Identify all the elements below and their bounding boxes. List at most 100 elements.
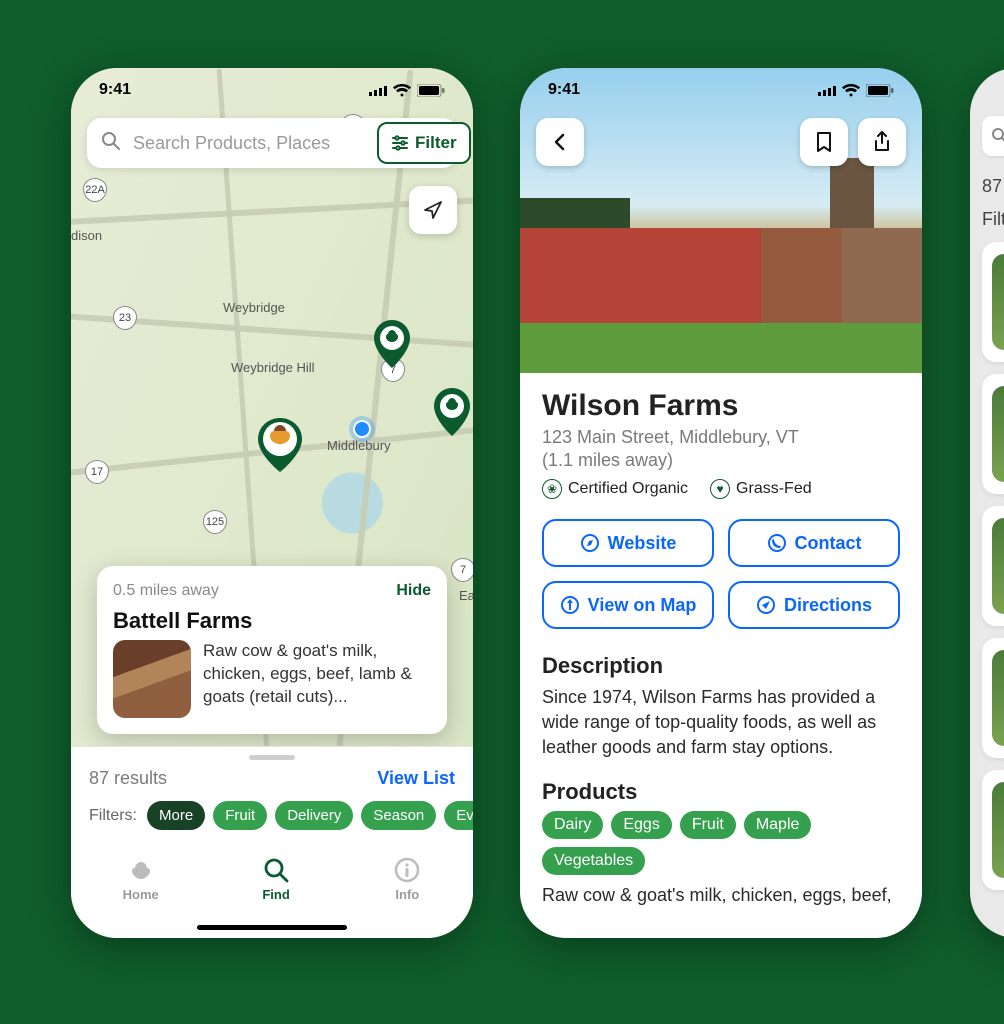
results-count: 87 results (89, 768, 167, 789)
map-pin[interactable] (371, 318, 413, 370)
badge-organic: ❀Certified Organic (542, 479, 688, 499)
list-thumbnail (992, 518, 1004, 614)
place-address: 123 Main Street, Middlebury, VT (542, 427, 900, 448)
list-item[interactable]: Pr (982, 242, 1004, 362)
product-tag[interactable]: Maple (744, 811, 812, 839)
list-screen-peek: 87 Filt Pr Pr Pr Pr Pr (970, 68, 1004, 938)
contact-button[interactable]: Contact (728, 519, 900, 567)
directions-icon (756, 595, 776, 615)
battery-icon (417, 84, 445, 97)
products-text: Raw cow & goat's milk, chicken, eggs, be… (542, 883, 900, 908)
map-pin[interactable] (431, 386, 473, 438)
preview-hide-button[interactable]: Hide (396, 582, 431, 600)
battery-icon (866, 84, 894, 97)
view-list-button[interactable]: View List (377, 768, 455, 789)
product-tag[interactable]: Eggs (611, 811, 671, 839)
map-label: Weybridge (223, 300, 285, 315)
phone-icon (767, 533, 787, 553)
preview-title: Battell Farms (113, 608, 431, 634)
place-title: Wilson Farms (542, 389, 900, 423)
search-bar: Filter (87, 118, 457, 168)
filter-chip[interactable]: Fruit (213, 801, 267, 830)
search-icon (992, 128, 1004, 144)
detail-screen: 9:41 Wilson Farms 123 Main Street, Middl… (520, 68, 922, 938)
products-heading: Products (542, 779, 900, 805)
view-on-map-button[interactable]: View on Map (542, 581, 714, 629)
place-preview-card[interactable]: 0.5 miles away Hide Battell Farms Raw co… (97, 566, 447, 734)
directions-button[interactable]: Directions (728, 581, 900, 629)
bookmark-button[interactable] (800, 118, 848, 166)
list-thumbnail (992, 254, 1004, 350)
home-indicator (197, 925, 347, 930)
filter-icon (391, 134, 409, 152)
filters-label: Filters: (89, 807, 137, 825)
map-label: dison (71, 228, 102, 243)
tab-home[interactable]: Home (123, 856, 159, 902)
back-button[interactable] (536, 118, 584, 166)
description-heading: Description (542, 653, 900, 679)
status-time: 9:41 (548, 81, 580, 99)
share-icon (872, 131, 892, 153)
filters-label: Filt (982, 209, 1004, 230)
signal-icon (818, 84, 836, 96)
description-text: Since 1974, Wilson Farms has provided a … (542, 685, 900, 761)
product-tag[interactable]: Vegetables (542, 847, 645, 875)
tab-info[interactable]: Info (393, 856, 421, 902)
list-thumbnail (992, 650, 1004, 746)
preview-distance: 0.5 miles away (113, 582, 219, 600)
filter-chip-more[interactable]: More (147, 801, 205, 830)
status-bar: 9:41 (520, 68, 922, 112)
map-label: Ea (459, 588, 473, 603)
route-badge: 7 (451, 558, 473, 582)
route-badge: 125 (203, 510, 227, 534)
product-tag[interactable]: Fruit (680, 811, 736, 839)
compass-icon (580, 533, 600, 553)
sheet-handle[interactable] (249, 755, 295, 760)
hero-image: 9:41 (520, 68, 922, 373)
product-tag[interactable]: Dairy (542, 811, 603, 839)
info-icon (393, 856, 421, 884)
place-distance: (1.1 miles away) (542, 450, 900, 471)
map-label: Weybridge Hill (231, 360, 315, 375)
tab-bar: Home Find Info (71, 840, 473, 925)
share-button[interactable] (858, 118, 906, 166)
locate-button[interactable] (409, 186, 457, 234)
route-badge: 22A (83, 178, 107, 202)
filter-chip[interactable]: Season (361, 801, 436, 830)
signal-icon (369, 84, 387, 96)
map-screen: 7 22A 23 7 17 125 7 dison Weybridge Weyb… (71, 68, 473, 938)
filter-chip[interactable]: Events (444, 801, 473, 830)
wifi-icon (393, 84, 411, 97)
list-thumbnail (992, 782, 1004, 878)
chevron-left-icon (551, 133, 569, 151)
filter-label: Filter (415, 133, 457, 153)
results-count: 87 (982, 176, 1004, 197)
results-sheet[interactable]: 87 results View List Filters: More Fruit… (71, 746, 473, 938)
list-item[interactable]: Pr (982, 770, 1004, 890)
preview-thumbnail (113, 640, 191, 718)
product-tag-row: Dairy Eggs Fruit Maple Vegetables (542, 811, 900, 875)
route-badge: 23 (113, 306, 137, 330)
list-item[interactable]: Pr (982, 506, 1004, 626)
map-label: Middlebury (327, 438, 391, 453)
list-item[interactable]: Pr (982, 638, 1004, 758)
website-button[interactable]: Website (542, 519, 714, 567)
search-bar[interactable] (982, 116, 1004, 156)
search-input[interactable] (131, 132, 367, 155)
grass-icon: ♥ (710, 479, 730, 499)
status-bar: 9:41 (71, 68, 473, 112)
wifi-icon (842, 84, 860, 97)
filter-chip[interactable]: Delivery (275, 801, 353, 830)
badge-grassfed: ♥Grass-Fed (710, 479, 812, 499)
status-time: 9:41 (99, 81, 131, 99)
filter-button[interactable]: Filter (377, 122, 471, 164)
location-arrow-icon (422, 199, 444, 221)
tab-find[interactable]: Find (262, 856, 290, 902)
map-pin-selected[interactable] (255, 416, 305, 474)
user-location-dot (353, 420, 371, 438)
leaf-icon: ❀ (542, 479, 562, 499)
bookmark-icon (814, 131, 834, 153)
acorn-icon (127, 856, 155, 884)
list-item[interactable]: Pr (982, 374, 1004, 494)
filter-chip-row: Filters: More Fruit Delivery Season Even… (71, 791, 473, 840)
